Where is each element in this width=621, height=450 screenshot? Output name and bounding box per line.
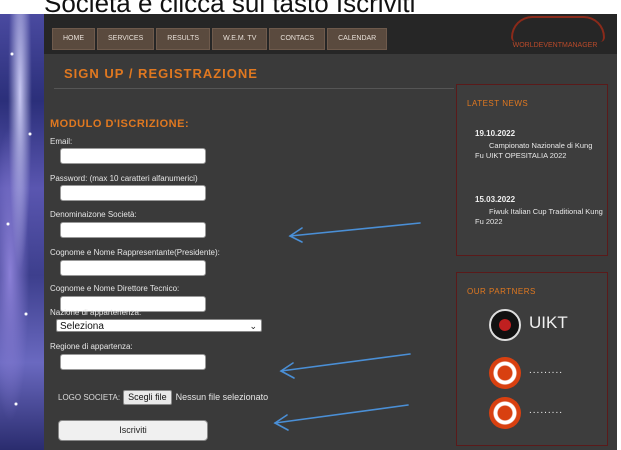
annotation-arrows [273, 222, 421, 431]
arrow-icon [288, 222, 421, 243]
arrow-icon [279, 353, 411, 379]
arrow-icon [273, 404, 409, 431]
